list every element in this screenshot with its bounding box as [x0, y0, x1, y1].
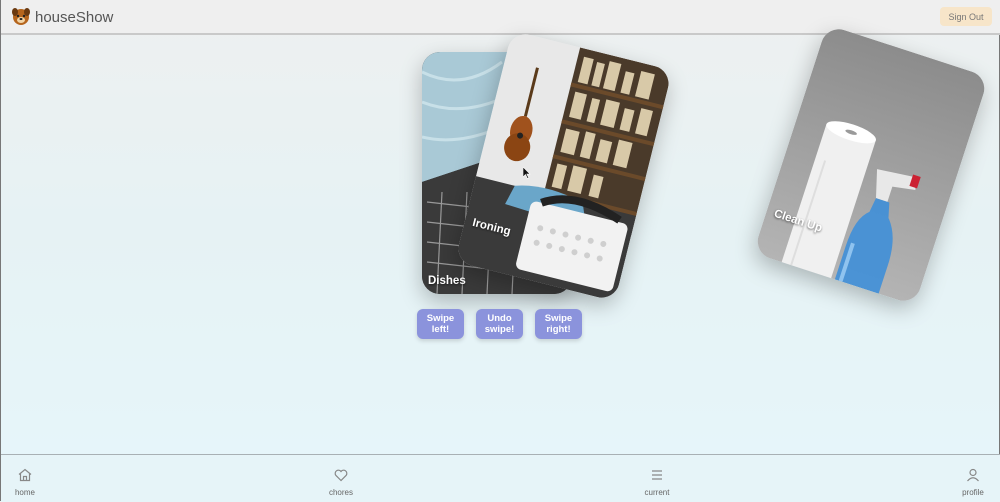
- mouse-cursor-icon: [523, 167, 531, 179]
- top-bar: houseShow Sign Out: [1, 0, 1000, 35]
- nav-label-current: current: [644, 488, 670, 497]
- nav-item-current[interactable]: current: [627, 455, 687, 502]
- paper-towel-spray-bottle-photo: [753, 24, 989, 306]
- nav-item-chores[interactable]: chores: [311, 455, 371, 502]
- nav-item-profile[interactable]: profile: [943, 455, 1000, 502]
- chore-card-clean-up[interactable]: Clean Up: [753, 24, 989, 306]
- heart-icon: [334, 469, 348, 482]
- nav-label-profile: profile: [962, 488, 984, 497]
- user-icon: [967, 468, 979, 482]
- nav-label-chores: chores: [328, 488, 353, 497]
- swipe-left-button[interactable]: Swipe left!: [417, 309, 464, 339]
- swipe-right-button[interactable]: Swipe right!: [535, 309, 582, 339]
- app-title: houseShow: [35, 9, 114, 26]
- nav-label-home: home: [14, 488, 35, 497]
- bottom-nav: home chores current profile: [1, 454, 1000, 502]
- undo-swipe-button[interactable]: Undo swipe!: [476, 309, 523, 339]
- nav-item-home[interactable]: home: [0, 455, 55, 502]
- menu-icon: [652, 470, 662, 480]
- home-icon: [18, 468, 32, 482]
- sign-out-button[interactable]: Sign Out: [940, 7, 992, 26]
- dog-face-icon: [12, 8, 30, 25]
- card-label: Dishes: [428, 275, 466, 287]
